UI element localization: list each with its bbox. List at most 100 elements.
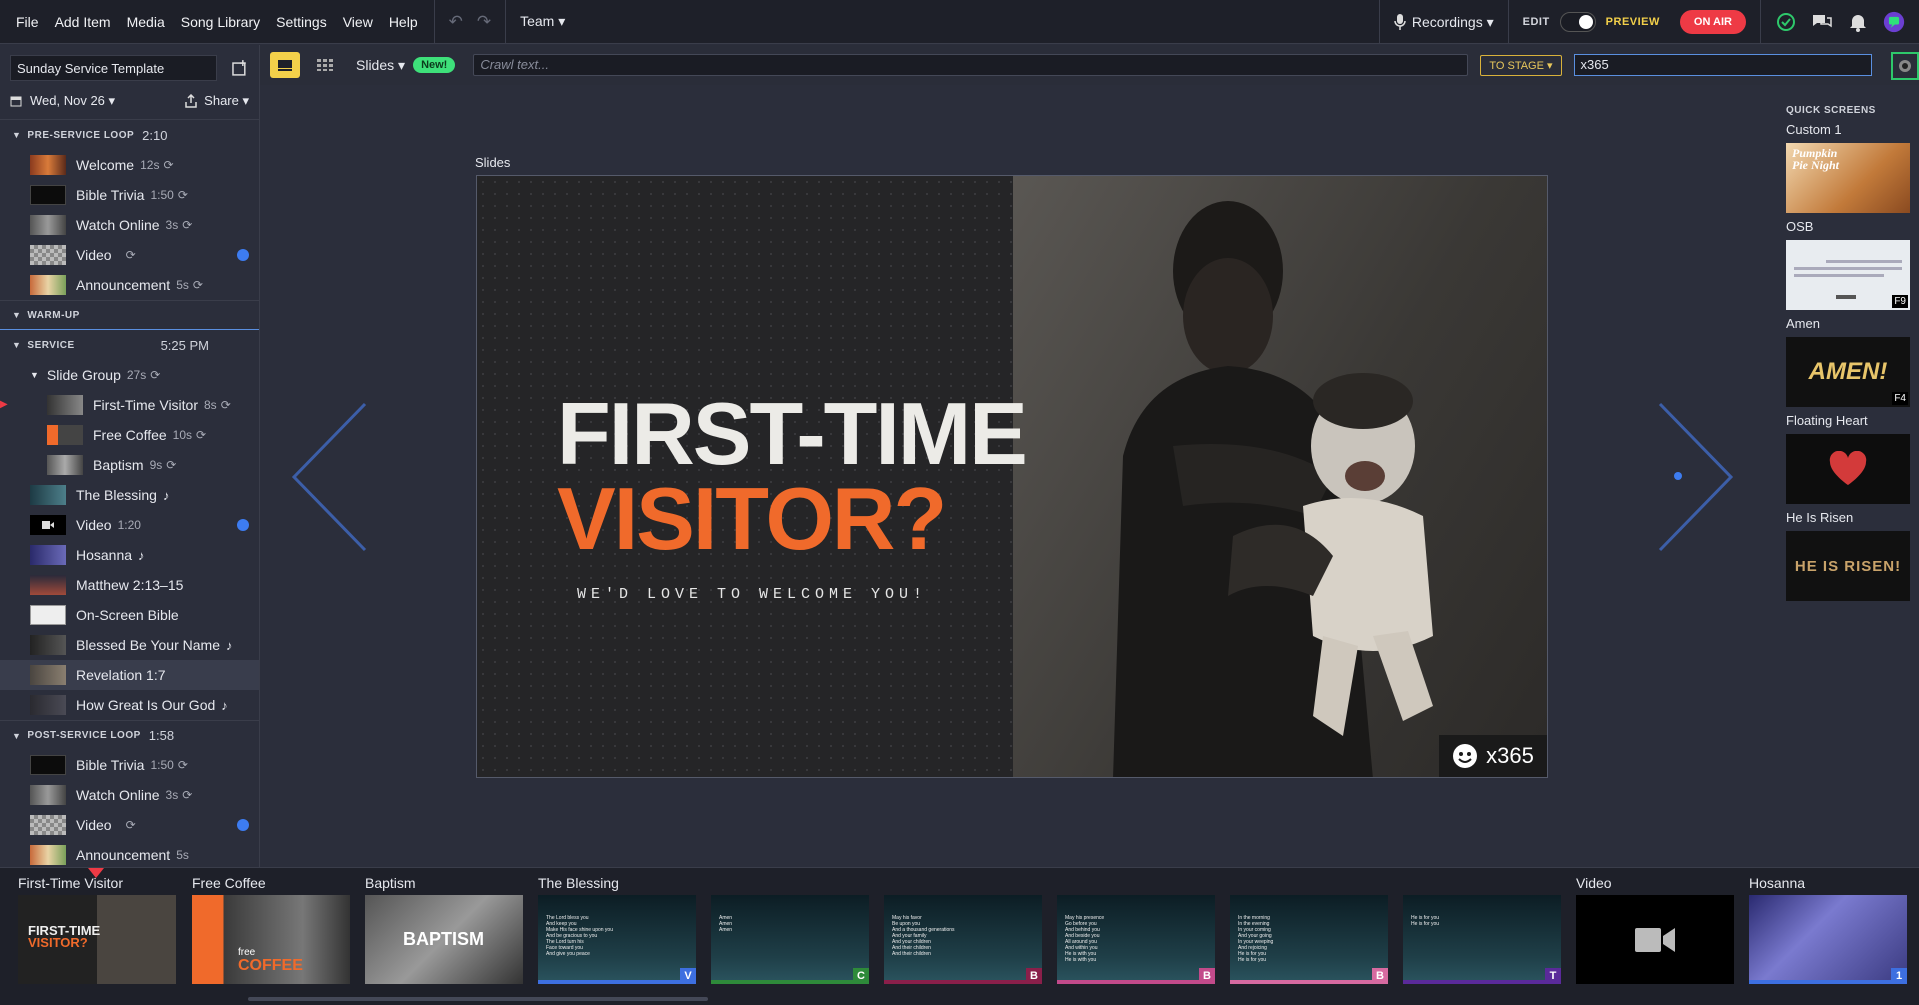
single-view-icon [278, 60, 292, 71]
menu-help[interactable]: Help [389, 14, 418, 30]
date-dropdown[interactable]: Wed, Nov 26 ▾ [10, 93, 115, 109]
item-label: Announcement [76, 277, 171, 293]
template-name-field[interactable]: Sunday Service Template [10, 55, 218, 81]
slide-thumbnail[interactable]: FIRST-TIME VISITOR? [18, 895, 176, 984]
slides-dropdown[interactable]: Slides ▾ [356, 57, 405, 74]
list-item[interactable]: The Blessing ♪ [0, 480, 259, 510]
menu-add-item[interactable]: Add Item [55, 14, 111, 30]
section-title: PRE-SERVICE LOOP [27, 129, 135, 141]
horizontal-scrollbar[interactable] [248, 997, 708, 1001]
item-label: Baptism [93, 457, 144, 473]
quick-screen-thumb[interactable]: Pumpkin Pie Night [1786, 143, 1910, 213]
loop-icon: ⟳ [163, 158, 174, 172]
item-label: Revelation 1:7 [76, 667, 166, 683]
quick-screen-thumb[interactable]: AMEN! F4 [1786, 337, 1910, 407]
section-pre-service-loop[interactable]: ▼ PRE-SERVICE LOOP 2:10 [0, 120, 259, 150]
team-dropdown[interactable]: Team ▾ [506, 13, 579, 30]
on-air-button[interactable]: ON AIR [1679, 10, 1746, 34]
menu-media[interactable]: Media [127, 14, 165, 30]
list-item[interactable]: Video ⟳ [0, 810, 259, 840]
item-label: Slide Group [46, 367, 121, 383]
color-bar [1230, 980, 1372, 984]
loop-icon: ⟳ [182, 788, 193, 802]
menu-view[interactable]: View [343, 14, 373, 30]
undo-icon[interactable]: ↶ [449, 12, 463, 32]
quick-screen-thumb[interactable]: HE IS RISEN! [1786, 531, 1910, 601]
menu-file[interactable]: File [16, 14, 39, 30]
live-slide[interactable]: FIRST-TIME VISITOR? WE'D LOVE TO WELCOME… [476, 175, 1548, 778]
list-item[interactable]: Video 1:20 [0, 510, 259, 540]
item-thumbnail [30, 485, 66, 505]
list-item[interactable]: Video ⟳ [0, 240, 259, 270]
stage-text-input[interactable]: x365 [1573, 54, 1872, 76]
item-label: First-Time Visitor [93, 397, 198, 413]
share-dropdown[interactable]: Share ▾ [184, 93, 249, 109]
check-circle-icon[interactable] [1775, 11, 1797, 33]
list-item[interactable]: Watch Online 3s ⟳ [0, 780, 259, 810]
slide-thumbnail[interactable]: He is for you He is for you T [1403, 895, 1561, 984]
slide-thumbnail[interactable]: May his presence Go before you And behin… [1057, 895, 1215, 984]
list-item[interactable]: On-Screen Bible [0, 600, 259, 630]
menu-song-library[interactable]: Song Library [181, 14, 260, 30]
edit-preview-toggle[interactable] [1559, 12, 1596, 32]
item-thumbnail [30, 605, 66, 625]
item-thumbnail [30, 815, 66, 835]
list-item[interactable]: Free Coffee 10s ⟳ [0, 420, 259, 450]
slide-thumbnail[interactable]: BAPTISM [365, 895, 523, 984]
list-item[interactable]: Baptism 9s ⟳ [0, 450, 259, 480]
list-item[interactable]: Welcome 12s ⟳ [0, 150, 259, 180]
list-item[interactable]: Bible Trivia 1:50 ⟳ [0, 750, 259, 780]
play-indicator-icon [237, 519, 249, 531]
section-warm-up[interactable]: ▼ WARM-UP [0, 300, 259, 330]
chat-icon[interactable] [1811, 11, 1833, 33]
list-item[interactable]: Watch Online 3s ⟳ [0, 210, 259, 240]
section-post-service-loop[interactable]: ▼ POST-SERVICE LOOP 1:58 [0, 720, 259, 750]
list-item[interactable]: Announcement 5s ⟳ [0, 270, 259, 300]
slide-thumbnail[interactable]: free COFFEE [192, 895, 350, 984]
to-stage-dropdown[interactable]: TO STAGE ▾ [1480, 54, 1562, 76]
slide-thumbnail[interactable]: Amen Amen Amen C [711, 895, 869, 984]
list-item[interactable]: Hosanna ♪ [0, 540, 259, 570]
slide-group-item[interactable]: ▼ Slide Group 27s ⟳ [0, 360, 259, 390]
next-slide-arrow-icon[interactable] [1655, 402, 1735, 552]
section-service[interactable]: ▼ SERVICE 5:25 PM [0, 330, 259, 360]
crawl-text-input[interactable]: Crawl text... [473, 54, 1469, 76]
item-duration: 10s [172, 428, 193, 442]
item-duration: 1:50 [150, 758, 174, 772]
redo-icon[interactable]: ↷ [477, 12, 491, 32]
recordings-dropdown[interactable]: Recordings ▾ [1378, 0, 1508, 44]
loop-icon: ⟳ [182, 218, 193, 232]
new-window-icon[interactable] [231, 59, 249, 77]
play-indicator-icon [237, 249, 249, 261]
play-indicator-icon [237, 819, 249, 831]
list-item[interactable]: Announcement 5s [0, 840, 259, 867]
list-item[interactable]: ▶ First-Time Visitor 8s ⟳ [0, 390, 259, 420]
hotkey-badge: F9 [1892, 295, 1908, 308]
slide-thumbnail[interactable]: The Lord bless you And keep you Make His… [538, 895, 696, 984]
list-item[interactable]: Matthew 2:13–15 [0, 570, 259, 600]
strip-group-label: Free Coffee [192, 875, 266, 891]
bell-icon[interactable] [1847, 11, 1869, 33]
list-item[interactable]: Bible Trivia 1:50 ⟳ [0, 180, 259, 210]
previous-slide-arrow-icon[interactable] [290, 402, 370, 552]
list-item[interactable]: How Great Is Our God ♪ [0, 690, 259, 720]
grid-view-button[interactable] [310, 52, 340, 78]
slide-thumbnail[interactable]: In the morning In the evening In your co… [1230, 895, 1388, 984]
loop-icon: ⟳ [177, 758, 188, 772]
menu-settings[interactable]: Settings [276, 14, 327, 30]
quick-screen-label: Custom 1 [1786, 122, 1842, 137]
single-view-button[interactable] [270, 52, 300, 78]
slide-thumbnail[interactable] [1576, 895, 1734, 984]
quick-screen-thumb[interactable] [1786, 434, 1910, 504]
stage-settings-button[interactable] [1891, 52, 1919, 80]
quick-screen-thumb[interactable]: F9 [1786, 240, 1910, 310]
slide-thumbnail[interactable]: May his favor Be upon you And a thousand… [884, 895, 1042, 984]
date-label: Wed, Nov 26 ▾ [30, 93, 116, 108]
slide-thumbnail[interactable]: 1 [1749, 895, 1907, 984]
list-item[interactable]: Revelation 1:7 [0, 660, 259, 690]
microphone-icon [1394, 14, 1406, 30]
avatar[interactable] [1883, 11, 1905, 33]
counter-badge: x365 [1439, 735, 1547, 777]
section-time: 5:25 PM [160, 337, 209, 353]
list-item[interactable]: Blessed Be Your Name ♪ [0, 630, 259, 660]
